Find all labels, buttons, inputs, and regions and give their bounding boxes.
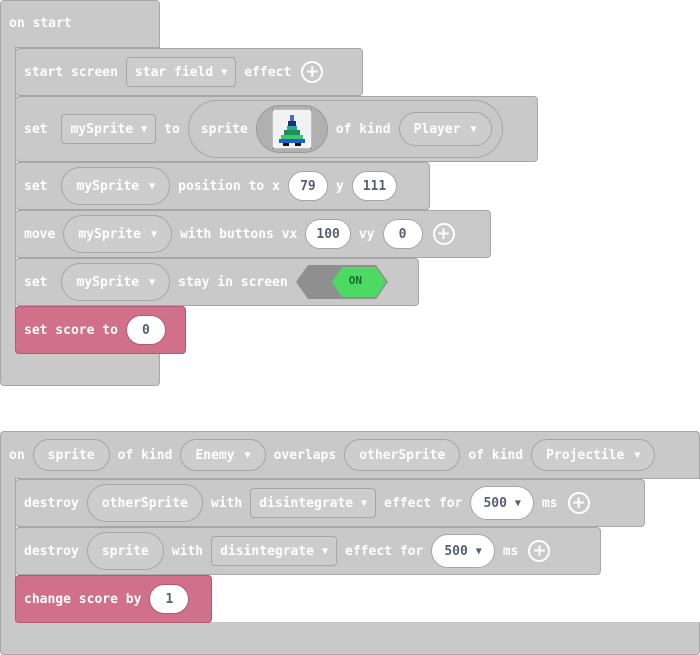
other-sprite-variable[interactable]: otherSprite — [344, 439, 461, 471]
block-text: overlaps — [273, 447, 337, 463]
toggle-label: ON — [348, 274, 362, 287]
block-text: y — [335, 178, 344, 194]
vy-input[interactable]: 0 — [382, 219, 423, 249]
chevron-down-icon: ▼ — [149, 180, 156, 192]
block-text: with — [171, 543, 204, 559]
block-text: move — [24, 226, 56, 242]
chevron-down-icon: ▼ — [470, 123, 477, 135]
effect-dropdown[interactable]: star field ▼ — [125, 57, 237, 87]
sprite-create-reporter[interactable]: sprite of kind Player ▼ — [187, 100, 503, 158]
kind-dropdown[interactable]: Enemy ▼ — [180, 439, 266, 471]
on-overlap-footer — [0, 622, 700, 655]
variable-dropdown[interactable]: mySprite ▼ — [61, 263, 171, 301]
dropdown-value: star field — [134, 64, 214, 80]
kind-dropdown[interactable]: Projectile ▼ — [531, 439, 656, 471]
dropdown-value: disintegrate — [259, 495, 354, 511]
block-text: of kind — [468, 447, 524, 463]
dropdown-value: Player — [413, 121, 461, 137]
move-with-buttons-block[interactable]: move mySprite ▼ with buttons vx 100 vy 0 — [15, 210, 491, 258]
plus-icon[interactable] — [528, 540, 551, 562]
block-text: set — [24, 274, 48, 290]
chevron-down-icon: ▼ — [149, 276, 156, 288]
x-input[interactable]: 79 — [287, 171, 328, 201]
block-text: set score to — [24, 322, 118, 338]
block-text: of kind — [117, 447, 173, 463]
block-text: effect for — [345, 543, 424, 559]
score-change-input[interactable]: 1 — [149, 584, 190, 614]
block-text: destroy — [24, 543, 79, 559]
chevron-down-icon: ▼ — [150, 228, 157, 240]
chevron-down-icon: ▼ — [361, 497, 368, 509]
sprite-image-icon — [271, 109, 312, 149]
block-text: with — [210, 495, 243, 511]
block-text: with buttons vx — [179, 226, 298, 242]
dropdown-value: Enemy — [195, 447, 235, 463]
block-text: to — [164, 121, 180, 137]
block-text: destroy — [24, 495, 79, 511]
sprite-variable[interactable]: sprite — [32, 439, 110, 471]
other-sprite-variable[interactable]: otherSprite — [86, 484, 203, 522]
plus-icon[interactable] — [432, 223, 455, 245]
on-overlap-body-rail — [0, 477, 16, 627]
block-text: position to x — [178, 178, 280, 194]
on-start-body-rail — [0, 46, 16, 342]
chevron-down-icon: ▼ — [514, 497, 521, 509]
block-text: start screen — [24, 64, 118, 80]
change-score-block[interactable]: change score by 1 — [15, 575, 212, 623]
chevron-down-icon: ▼ — [634, 449, 641, 461]
destroy-other-sprite-block[interactable]: destroy otherSprite with disintegrate ▼ … — [15, 479, 645, 527]
block-text: change score by — [24, 591, 142, 607]
dropdown-value: 500 — [444, 543, 468, 559]
on-start-hat-block[interactable]: on start — [0, 0, 160, 48]
block-text: of kind — [335, 121, 391, 137]
chevron-down-icon: ▼ — [322, 545, 329, 557]
chevron-down-icon: ▼ — [221, 66, 228, 78]
variable-dropdown[interactable]: mySprite ▼ — [61, 114, 157, 144]
dropdown-value: Projectile — [546, 447, 625, 463]
plus-icon[interactable] — [301, 61, 324, 83]
duration-dropdown[interactable]: 500 ▼ — [470, 486, 534, 520]
chevron-down-icon: ▼ — [244, 449, 251, 461]
score-input[interactable]: 0 — [125, 315, 166, 345]
block-text: stay in screen — [178, 274, 288, 290]
y-input[interactable]: 111 — [351, 171, 398, 201]
duration-dropdown[interactable]: 500 ▼ — [431, 534, 495, 568]
sprite-image-picker[interactable] — [255, 105, 328, 153]
kind-dropdown[interactable]: Player ▼ — [398, 112, 492, 146]
dropdown-value: mySprite — [76, 178, 140, 194]
start-screen-effect-block[interactable]: start screen star field ▼ effect — [15, 48, 363, 96]
on-start-label: on start — [9, 16, 72, 31]
vx-input[interactable]: 100 — [305, 219, 351, 249]
on-off-toggle[interactable]: ON — [295, 265, 388, 299]
block-text: effect for — [384, 495, 463, 511]
block-text: ms — [502, 543, 519, 559]
block-text: ms — [541, 495, 558, 511]
block-text: vy — [358, 226, 375, 242]
variable-dropdown[interactable]: mySprite ▼ — [63, 215, 172, 253]
sprite-variable[interactable]: sprite — [86, 532, 164, 570]
block-text: set — [24, 178, 48, 194]
dropdown-value: 500 — [483, 495, 507, 511]
variable-dropdown[interactable]: mySprite ▼ — [61, 167, 171, 205]
toggle-shape-icon — [295, 265, 388, 299]
destroy-sprite-block[interactable]: destroy sprite with disintegrate ▼ effec… — [15, 527, 601, 575]
set-score-block[interactable]: set score to 0 — [15, 306, 186, 354]
stay-in-screen-block[interactable]: set mySprite ▼ stay in screen ON — [15, 258, 419, 306]
dropdown-value: mySprite — [76, 274, 140, 290]
plus-icon[interactable] — [567, 492, 590, 514]
effect-dropdown[interactable]: disintegrate ▼ — [211, 536, 338, 566]
dropdown-value: disintegrate — [220, 543, 314, 559]
block-text: effect — [244, 64, 292, 80]
block-text: sprite — [200, 121, 248, 137]
block-text: on — [9, 447, 25, 463]
set-sprite-block[interactable]: set mySprite ▼ to sprite of kind Player … — [15, 96, 538, 162]
dropdown-value: mySprite — [70, 121, 134, 137]
block-text: set — [24, 121, 48, 137]
effect-dropdown[interactable]: disintegrate ▼ — [250, 488, 377, 518]
chevron-down-icon: ▼ — [141, 123, 148, 135]
set-position-block[interactable]: set mySprite ▼ position to x 79 y 111 — [15, 162, 430, 210]
dropdown-value: mySprite — [78, 226, 141, 242]
on-overlap-hat-block[interactable]: on sprite of kind Enemy ▼ overlaps other… — [0, 431, 700, 479]
chevron-down-icon: ▼ — [475, 545, 482, 557]
